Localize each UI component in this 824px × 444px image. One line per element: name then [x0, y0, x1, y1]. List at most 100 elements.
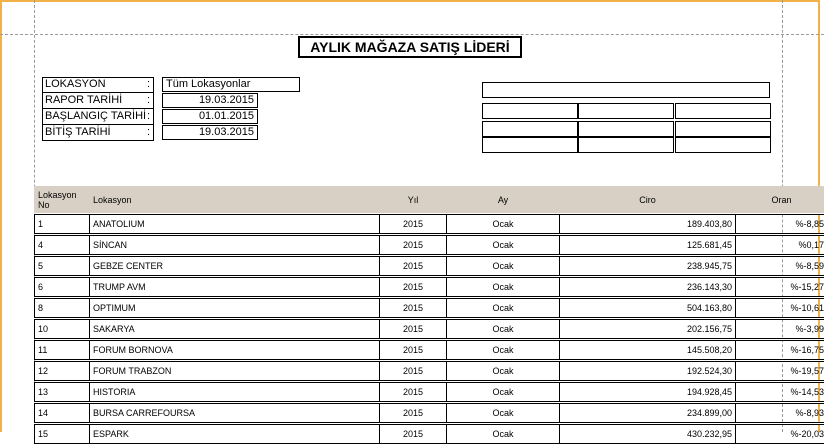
- column-header-location-no: Lokasyon No: [35, 187, 90, 213]
- cell-month: Ocak: [447, 236, 560, 255]
- page-margin-guide-top: [0, 34, 824, 35]
- table-row: 12FORUM TRABZON2015Ocak192.524,30%-19,57: [35, 362, 824, 381]
- parameter-row-start-date: BAŞLANGIÇ TARİHİ : 01.01.2015: [42, 109, 258, 125]
- cell-ratio: %-8,59: [736, 257, 824, 276]
- table-row: 11FORUM BORNOVA2015Ocak145.508,20%-16,75: [35, 341, 824, 360]
- cell-month: Ocak: [447, 278, 560, 297]
- column-header-ratio: Oran: [736, 187, 824, 213]
- parameter-value: 19.03.2015: [162, 93, 258, 108]
- table-row: 10SAKARYA2015Ocak202.156,75%-3,99: [35, 320, 824, 339]
- parameter-row-report-date: RAPOR TARİHİ : 19.03.2015: [42, 93, 258, 109]
- cell-revenue: 238.945,75: [560, 257, 736, 276]
- cell-revenue: 202.156,75: [560, 320, 736, 339]
- parameter-row-end-date: BİTİŞ TARİHİ : 19.03.2015: [42, 125, 258, 141]
- summary-box: [578, 121, 674, 137]
- cell-ratio: %-3,99: [736, 320, 824, 339]
- cell-location-name: SİNCAN: [90, 236, 380, 255]
- cell-month: Ocak: [447, 215, 560, 234]
- cell-month: Ocak: [447, 362, 560, 381]
- table-row: 6TRUMP AVM2015Ocak236.143,30%-15,27: [35, 278, 824, 297]
- parameter-colon: :: [147, 110, 150, 122]
- cell-month: Ocak: [447, 320, 560, 339]
- cell-year: 2015: [380, 425, 447, 444]
- parameter-label: BİTİŞ TARİHİ: [45, 126, 111, 138]
- cell-year: 2015: [380, 215, 447, 234]
- cell-ratio: %-10,61: [736, 299, 824, 318]
- cell-revenue: 234.899,00: [560, 404, 736, 423]
- cell-ratio: %-20,03: [736, 425, 824, 444]
- table-header-row: Lokasyon No Lokasyon Yıl Ay Ciro Oran: [35, 187, 824, 213]
- cell-revenue: 189.403,80: [560, 215, 736, 234]
- cell-location-name: BURSA CARREFOURSA: [90, 404, 380, 423]
- cell-location-no: 4: [35, 236, 90, 255]
- column-header-month: Ay: [447, 187, 560, 213]
- cell-year: 2015: [380, 362, 447, 381]
- summary-box: [578, 103, 674, 119]
- cell-year: 2015: [380, 320, 447, 339]
- cell-year: 2015: [380, 341, 447, 360]
- cell-year: 2015: [380, 383, 447, 402]
- cell-revenue: 430.232,95: [560, 425, 736, 444]
- sales-table: Lokasyon No Lokasyon Yıl Ay Ciro Oran 1A…: [34, 186, 824, 444]
- cell-location-no: 5: [35, 257, 90, 276]
- parameter-colon: :: [147, 94, 150, 106]
- cell-location-name: FORUM TRABZON: [90, 362, 380, 381]
- cell-ratio: %0,17: [736, 236, 824, 255]
- cell-month: Ocak: [447, 383, 560, 402]
- cell-ratio: %-8,93: [736, 404, 824, 423]
- cell-location-name: ESPARK: [90, 425, 380, 444]
- summary-box: [578, 137, 674, 153]
- summary-box: [675, 103, 771, 119]
- cell-ratio: %-8,85: [736, 215, 824, 234]
- cell-location-name: GEBZE CENTER: [90, 257, 380, 276]
- cell-location-no: 10: [35, 320, 90, 339]
- cell-location-no: 6: [35, 278, 90, 297]
- summary-box: [482, 121, 578, 137]
- cell-location-name: OPTIMUM: [90, 299, 380, 318]
- cell-ratio: %-15,27: [736, 278, 824, 297]
- column-header-revenue: Ciro: [560, 187, 736, 213]
- parameter-value: 01.01.2015: [162, 109, 258, 124]
- cell-year: 2015: [380, 278, 447, 297]
- cell-location-name: ANATOLIUM: [90, 215, 380, 234]
- cell-location-no: 1: [35, 215, 90, 234]
- table-row: 8OPTIMUM2015Ocak504.163,80%-10,61: [35, 299, 824, 318]
- column-header-location: Lokasyon: [90, 187, 380, 213]
- cell-revenue: 504.163,80: [560, 299, 736, 318]
- parameter-value: Tüm Lokasyonlar: [162, 77, 300, 92]
- table-row: 5GEBZE CENTER2015Ocak238.945,75%-8,59: [35, 257, 824, 276]
- cell-location-name: SAKARYA: [90, 320, 380, 339]
- cell-location-no: 14: [35, 404, 90, 423]
- cell-month: Ocak: [447, 425, 560, 444]
- cell-revenue: 194.928,45: [560, 383, 736, 402]
- summary-box: [482, 137, 578, 153]
- column-header-year: Yıl: [380, 187, 447, 213]
- cell-revenue: 236.143,30: [560, 278, 736, 297]
- parameter-label: LOKASYON: [45, 78, 106, 90]
- cell-month: Ocak: [447, 257, 560, 276]
- cell-location-no: 13: [35, 383, 90, 402]
- parameter-row-location: LOKASYON : Tüm Lokasyonlar: [42, 77, 258, 93]
- summary-box: [482, 103, 578, 119]
- summary-box-wide: [482, 82, 770, 98]
- cell-location-name: TRUMP AVM: [90, 278, 380, 297]
- cell-location-name: HISTORIA: [90, 383, 380, 402]
- table-row: 15ESPARK2015Ocak430.232,95%-20,03: [35, 425, 824, 444]
- report-title: AYLIK MAĞAZA SATIŞ LİDERİ: [298, 36, 522, 58]
- cell-year: 2015: [380, 299, 447, 318]
- summary-box: [675, 121, 771, 137]
- cell-revenue: 145.508,20: [560, 341, 736, 360]
- cell-location-no: 12: [35, 362, 90, 381]
- cell-year: 2015: [380, 404, 447, 423]
- table-row: 13HISTORIA2015Ocak194.928,45%-14,53: [35, 383, 824, 402]
- cell-location-no: 8: [35, 299, 90, 318]
- cell-location-no: 15: [35, 425, 90, 444]
- table-row: 1ANATOLIUM2015Ocak189.403,80%-8,85: [35, 215, 824, 234]
- table-row: 4SİNCAN2015Ocak125.681,45%0,17: [35, 236, 824, 255]
- cell-year: 2015: [380, 257, 447, 276]
- cell-revenue: 125.681,45: [560, 236, 736, 255]
- parameter-colon: :: [147, 78, 150, 90]
- cell-ratio: %-14,53: [736, 383, 824, 402]
- cell-location-name: FORUM BORNOVA: [90, 341, 380, 360]
- cell-year: 2015: [380, 236, 447, 255]
